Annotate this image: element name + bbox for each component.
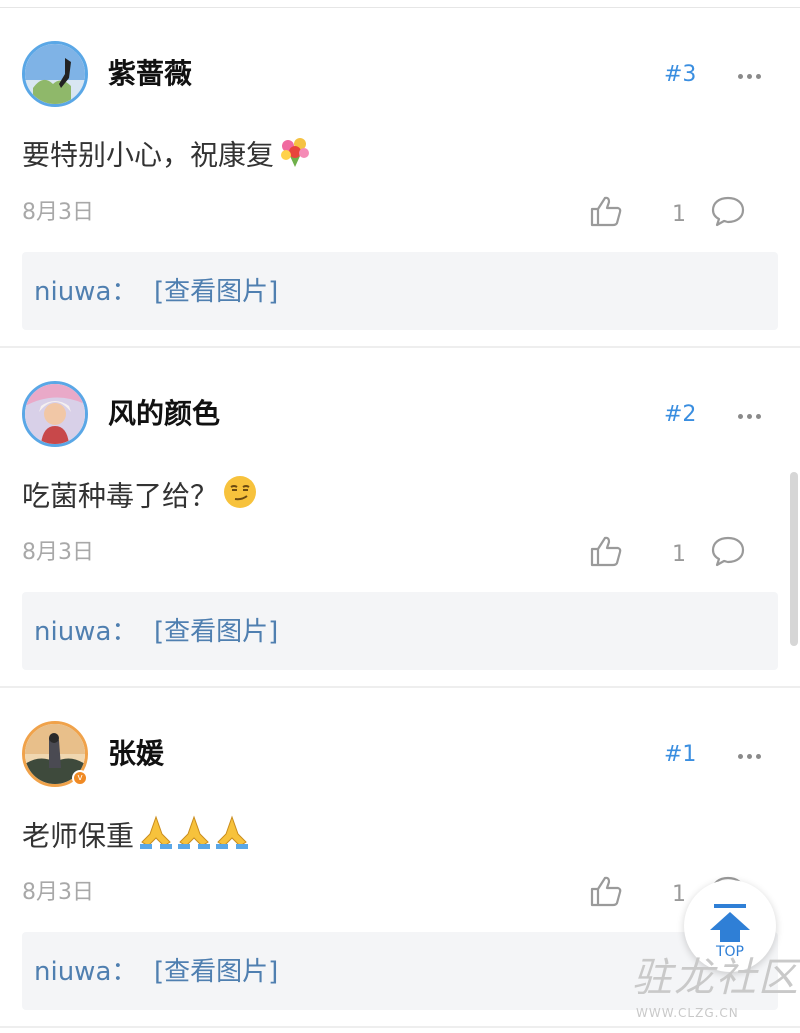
- arrow-stem-icon: [720, 930, 740, 942]
- floor-number: #2: [664, 402, 697, 427]
- comment-text-body: 老师保重: [22, 819, 135, 853]
- scrollbar[interactable]: [790, 472, 798, 646]
- like-count: 1: [672, 202, 686, 227]
- comment-text-body: 吃菌种毒了给？: [22, 479, 219, 513]
- reply-username[interactable]: niuwa：: [34, 954, 137, 990]
- more-options-icon[interactable]: [730, 740, 770, 770]
- comment-text: 老师保重: [22, 814, 252, 861]
- floor-number: #1: [664, 742, 697, 767]
- watermark-logo-text: 驻龙社区: [632, 955, 800, 1001]
- comment-date: 8月3日: [22, 880, 94, 905]
- avatar[interactable]: [22, 41, 88, 107]
- like-count: 1: [672, 542, 686, 567]
- top-divider: [0, 0, 800, 8]
- floor-number: #3: [664, 62, 697, 87]
- thumbs-up-icon[interactable]: [588, 194, 624, 228]
- comment-date: 8月3日: [22, 200, 94, 225]
- praying-hands-emoji-icon: [138, 814, 252, 861]
- comment-item: 风的颜色 #2 吃菌种毒了给？ 8月3日 1 niuwa： [查看图片]: [0, 348, 800, 688]
- arrow-up-icon: [710, 912, 750, 930]
- reply-username[interactable]: niuwa：: [34, 274, 137, 310]
- username[interactable]: 张媛: [108, 734, 164, 774]
- view-image-link[interactable]: [查看图片]: [154, 614, 278, 650]
- comment-bubble-icon[interactable]: [710, 194, 746, 228]
- top-bar-icon: [714, 904, 746, 908]
- thumbs-up-icon[interactable]: [588, 874, 624, 908]
- reply-preview[interactable]: niuwa： [查看图片]: [22, 252, 778, 330]
- username[interactable]: 风的颜色: [108, 394, 220, 434]
- watermark-url: WWW.CLZG.CN: [636, 1006, 739, 1020]
- comment-date: 8月3日: [22, 540, 94, 565]
- more-options-icon[interactable]: [730, 60, 770, 90]
- reply-username[interactable]: niuwa：: [34, 614, 137, 650]
- view-image-link[interactable]: [查看图片]: [154, 954, 278, 990]
- avatar[interactable]: [22, 381, 88, 447]
- reply-preview[interactable]: niuwa： [查看图片]: [22, 592, 778, 670]
- more-options-icon[interactable]: [730, 400, 770, 430]
- thumbs-up-icon[interactable]: [588, 534, 624, 568]
- view-image-link[interactable]: [查看图片]: [154, 274, 278, 310]
- like-count: 1: [672, 882, 686, 907]
- bouquet-emoji-icon: [278, 134, 312, 179]
- comment-text-body: 要特别小心，祝康复: [22, 138, 275, 172]
- comment-text: 要特别小心，祝康复: [22, 134, 312, 179]
- comment-text: 吃菌种毒了给？: [22, 474, 258, 521]
- verified-badge: v: [72, 770, 88, 786]
- username[interactable]: 紫蔷薇: [108, 54, 192, 94]
- comment-item: 紫蔷薇 #3 要特别小心，祝康复 8月3日 1 niuwa： [查看图片]: [0, 8, 800, 348]
- comment-bubble-icon[interactable]: [710, 534, 746, 568]
- site-watermark: 驻龙社区 WWW.CLZG.CN: [632, 950, 798, 1030]
- smirk-emoji-icon: [222, 474, 258, 521]
